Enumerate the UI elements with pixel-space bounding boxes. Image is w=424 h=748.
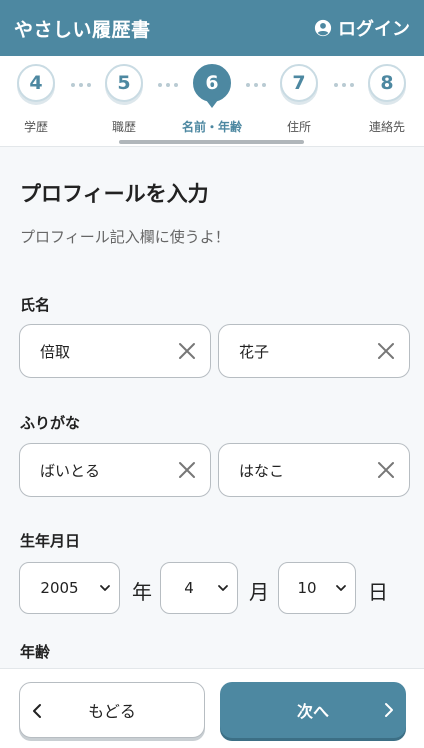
chevron-down-icon — [100, 585, 110, 591]
step-label: 名前・年齢 — [182, 120, 243, 134]
app-title: やさしい履歴書 — [14, 18, 151, 41]
user-circle-icon — [314, 19, 332, 37]
step-contact[interactable]: 8 連絡先 — [357, 64, 417, 135]
progress-stepper: 4 学歴 5 職歴 6 名前・年齢 7 住所 8 連絡先 — [0, 56, 424, 147]
step-number: 7 — [280, 64, 318, 102]
step-label: 連絡先 — [368, 120, 405, 134]
birth-year-value: 2005 — [40, 579, 79, 597]
step-number: 4 — [17, 64, 55, 102]
first-name-furigana-input[interactable]: はなこ — [218, 443, 410, 497]
step-work-history[interactable]: 5 職歴 — [94, 64, 154, 135]
step-label: 職歴 — [111, 120, 136, 134]
birth-year-select[interactable]: 2005 — [19, 562, 120, 614]
step-connector-dots — [71, 83, 91, 87]
chevron-right-icon — [385, 703, 393, 717]
page-subtitle: プロフィール記入欄に使うよ！ — [20, 228, 230, 246]
step-connector-dots — [246, 83, 266, 87]
next-label: 次へ — [296, 702, 329, 721]
birthdate-label: 生年月日 — [20, 532, 81, 550]
step-name-age[interactable]: 6 名前・年齢 — [182, 64, 242, 135]
clear-icon[interactable] — [178, 342, 196, 360]
last-name-input[interactable]: 倍取 — [19, 324, 211, 378]
birth-month-value: 4 — [184, 579, 194, 597]
step-connector-dots — [334, 83, 354, 87]
back-button[interactable]: もどる — [19, 682, 205, 738]
clear-icon[interactable] — [178, 461, 196, 479]
step-number: 5 — [105, 64, 143, 102]
last-name-furigana-input[interactable]: ばいとる — [19, 443, 211, 497]
last-name-value: 倍取 — [40, 342, 71, 361]
first-name-input[interactable]: 花子 — [218, 324, 410, 378]
clear-icon[interactable] — [377, 461, 395, 479]
page-title: プロフィールを入力 — [20, 182, 209, 206]
furigana-label: ふりがな — [20, 414, 81, 432]
app-header: やさしい履歴書 ログイン — [0, 0, 424, 56]
age-label: 年齢 — [20, 643, 51, 661]
stepper-scroll-indicator — [119, 140, 304, 144]
step-connector-dots — [158, 83, 178, 87]
step-label: 住所 — [286, 120, 311, 134]
login-button[interactable]: ログイン — [314, 15, 410, 41]
day-unit: 日 — [368, 580, 388, 604]
birth-day-select[interactable]: 10 — [278, 562, 356, 614]
month-unit: 月 — [249, 580, 269, 604]
chevron-down-icon — [218, 585, 228, 591]
first-name-value: 花子 — [239, 342, 270, 361]
name-label: 氏名 — [20, 296, 51, 314]
step-address[interactable]: 7 住所 — [269, 64, 329, 135]
step-number: 6 — [193, 64, 231, 108]
chevron-down-icon — [336, 585, 346, 591]
birth-month-select[interactable]: 4 — [160, 562, 238, 614]
login-label: ログイン — [338, 19, 410, 40]
step-number: 8 — [368, 64, 406, 102]
step-label: 学歴 — [23, 120, 48, 134]
year-unit: 年 — [132, 580, 152, 604]
back-label: もどる — [88, 702, 136, 721]
chevron-left-icon — [33, 704, 41, 718]
birth-day-value: 10 — [297, 579, 317, 597]
step-education[interactable]: 4 学歴 — [6, 64, 66, 135]
next-button[interactable]: 次へ — [220, 682, 406, 738]
clear-icon[interactable] — [377, 342, 395, 360]
first-name-furigana-value: はなこ — [239, 461, 285, 480]
last-name-furigana-value: ばいとる — [40, 461, 101, 480]
